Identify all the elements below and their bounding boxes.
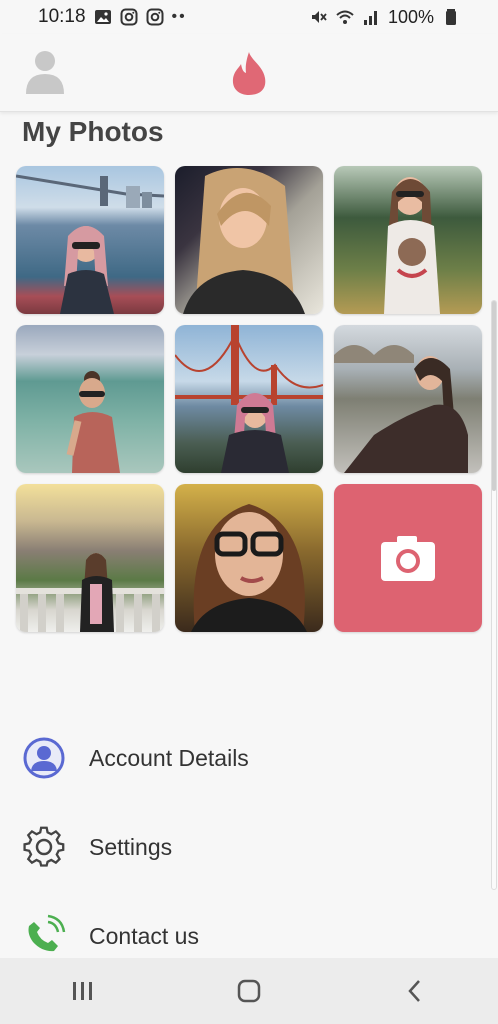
image-icon [94,10,111,24]
system-nav-bar [0,958,498,1024]
more-dots-icon: •• [171,8,187,25]
photo-tile[interactable] [16,166,164,314]
account-icon [23,737,65,779]
instagram-icon [146,8,164,26]
photo-image [16,174,164,314]
back-icon [408,980,420,1002]
app-header [0,34,498,112]
photo-grid [16,166,482,632]
photo-tile[interactable] [334,325,482,473]
gear-icon [23,826,65,867]
menu-item-label: Settings [89,833,173,860]
status-time: 10:18 [38,6,86,27]
flame-icon [232,52,266,95]
photo-image [16,553,164,632]
photo-image [183,168,305,314]
photo-tile[interactable] [175,325,323,473]
menu-item-contact-us[interactable]: Contact us [0,906,498,966]
instagram-icon [120,8,138,26]
person-icon[interactable] [24,48,66,94]
menu-item-label: Account Details [89,744,249,771]
page-title: My Photos [22,116,164,147]
back-button[interactable] [385,971,445,1011]
photo-image [66,371,120,473]
phone-icon [28,914,66,952]
camera-icon [381,536,435,581]
add-photo-button[interactable] [334,484,482,632]
photo-tile[interactable] [16,484,164,632]
status-bar: 10:18 •• 100% [0,0,498,34]
home-button[interactable] [219,971,279,1011]
photo-tile[interactable] [334,166,482,314]
photo-tile[interactable] [175,484,323,632]
menu-item-label: Contact us [89,922,199,949]
battery-percent: 100% [387,6,434,27]
photo-image [175,325,323,473]
menu-item-account-details[interactable]: Account Details [0,728,498,788]
photo-image [191,504,307,632]
scrollbar-thumb[interactable] [492,301,496,491]
menu-item-settings[interactable]: Settings [0,817,498,877]
photo-image [334,345,468,473]
recents-button[interactable] [53,971,113,1011]
mute-icon [311,11,327,23]
photo-tile[interactable] [16,325,164,473]
signal-icon [363,11,377,25]
scrollbar[interactable] [491,300,497,890]
recents-icon [73,982,92,1000]
photo-image [384,177,440,314]
home-icon [237,979,261,1003]
battery-icon [446,9,456,25]
photo-tile[interactable] [175,166,323,314]
wifi-icon [336,10,354,24]
